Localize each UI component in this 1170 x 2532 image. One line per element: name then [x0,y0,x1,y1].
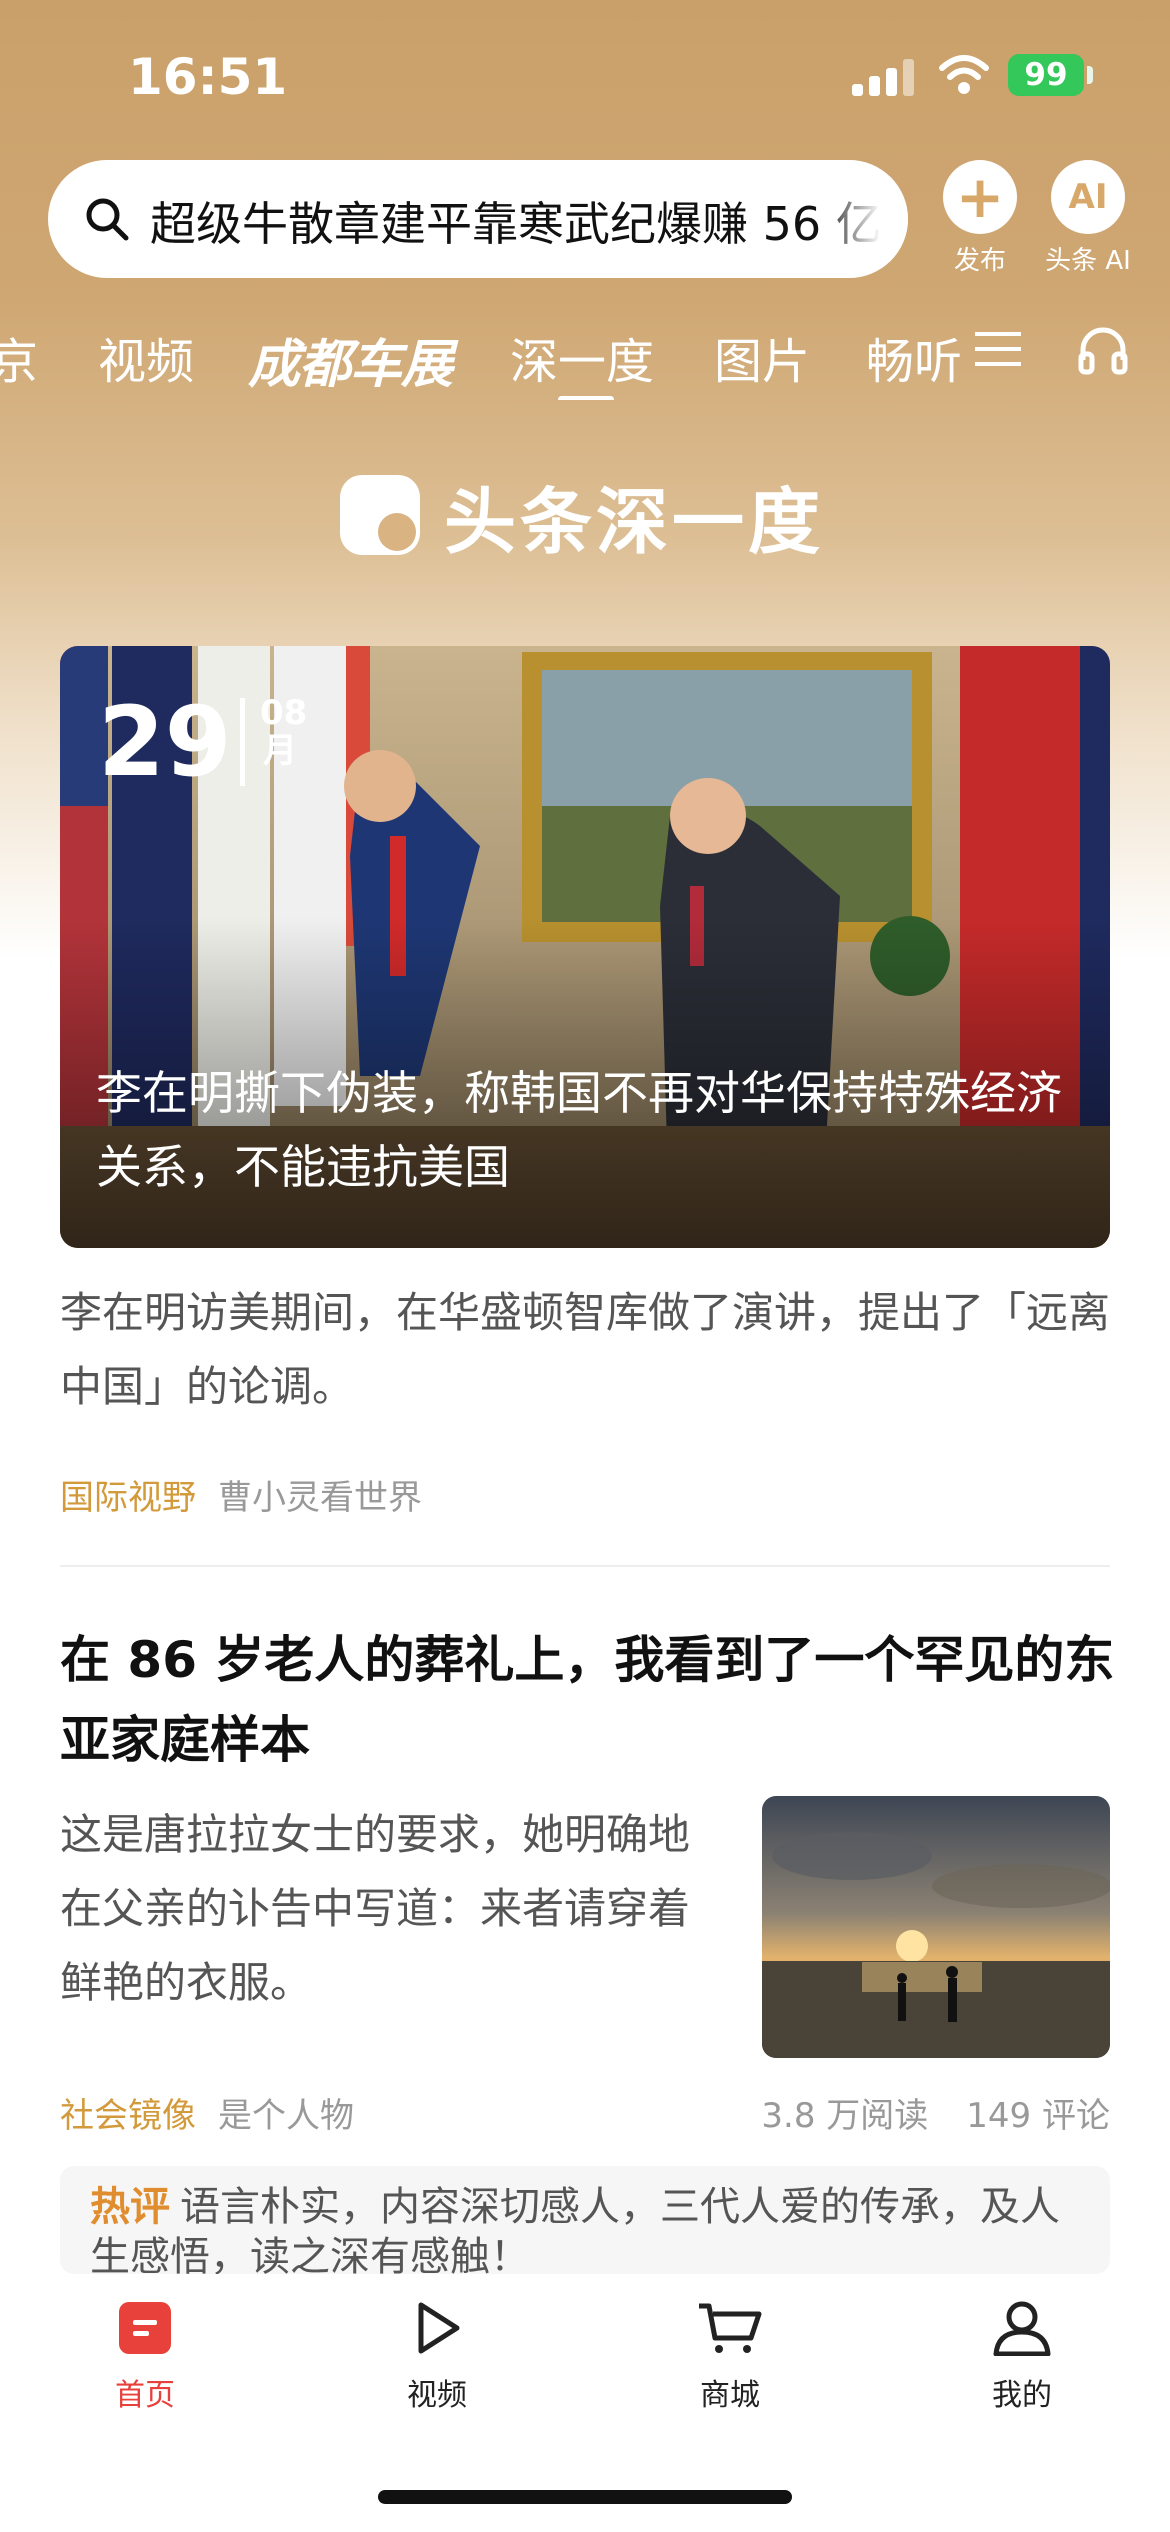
hero-summary[interactable]: 李在明访美期间，在华盛顿智库做了演讲，提出了「远离中国」的论调。 [60,1276,1110,1424]
read-count: 3.8 万阅读 [761,2096,929,2136]
search-icon [86,198,129,241]
tab-me-label: 我的 [992,2378,1052,2413]
channel-tab-beijing[interactable]: 京 [0,322,38,392]
plus-icon: + [943,160,1017,234]
tab-mall[interactable]: 商城 [650,2300,810,2414]
tab-home-label: 首页 [115,2378,175,2413]
article-thumbnail[interactable] [762,1796,1110,2058]
tab-me[interactable]: 我的 [942,2300,1102,2414]
hero-category-tag[interactable]: 国际视野 [60,1478,196,1518]
hero-month-number: 08 [260,693,308,733]
article-meta: 社会镜像 是个人物 [60,2088,354,2137]
signal-icon [852,58,914,96]
hero-card[interactable]: 29 08 月 李在明撕下伪装，称韩国不再对华保持特殊经济关系，不能违抗美国 [60,646,1110,1248]
search-fade [818,160,908,278]
hot-comment[interactable]: 热评 语言朴实，内容深切感人，三代人爱的传承，及人生感悟，读之深有感触！ [60,2166,1110,2274]
user-icon [993,2301,1051,2356]
tab-video-label: 视频 [407,2378,467,2413]
article-summary[interactable]: 这是唐拉拉女士的要求，她明确地在父亲的讣告中写道：来者请穿着鲜艳的衣服。 [60,1798,710,2020]
channel-bar: 京 视频 成都车展 深一度 图片 畅听 [0,310,1170,400]
hot-comment-label: 热评 [90,2184,170,2230]
tab-home[interactable]: 首页 [65,2300,225,2414]
hero-meta: 国际视野 曹小灵看世界 [60,1470,422,1519]
search-query: 超级牛散章建平靠寒武纪爆赚 56 亿 [150,197,882,251]
battery-level: 99 [1008,54,1084,96]
headphone-icon[interactable] [1077,324,1129,376]
wifi-icon [939,55,989,94]
divider [60,1565,1110,1567]
channel-tab-listen[interactable]: 畅听 [866,322,962,392]
article-category-tag[interactable]: 社会镜像 [60,2096,196,2136]
sunset-image [762,1796,1110,2058]
hero-source[interactable]: 曹小灵看世界 [218,1478,422,1518]
toutiao-ai-label: 头条 AI [1045,246,1131,276]
home-icon [119,2302,171,2354]
hero-date-day: 29 [98,686,232,798]
toutiao-ai-button[interactable]: AI 头条 AI [1033,160,1143,277]
hero-date-month: 08 月 [260,693,308,771]
publish-label: 发布 [953,246,1006,276]
status-time: 16:51 [128,48,288,106]
hero-month-unit: 月 [263,731,297,771]
channel-tab-chengdu-auto-show[interactable]: 成都车展 [248,322,453,397]
hot-comment-text: 热评 语言朴实，内容深切感人，三代人爱的传承，及人生感悟，读之深有感触！ [90,2182,1090,2274]
date-separator [240,698,245,786]
hot-comment-content: 语言朴实，内容深切感人，三代人爱的传承，及人生感悟，读之深有感触！ [90,2184,1060,2274]
article-title[interactable]: 在 86 岁老人的葬礼上，我看到了一个罕见的东亚家庭样本 [60,1620,1120,1780]
menu-icon[interactable] [975,330,1021,368]
home-indicator [378,2490,792,2504]
search-input[interactable]: 超级牛散章建平靠寒武纪爆赚 56 亿 [48,160,908,278]
deep-brand-header: 头条深一度 [340,470,824,564]
active-tab-indicator [558,396,614,400]
battery-tip [1087,66,1093,84]
status-bar: 16:51 99 [0,0,1170,150]
channel-tab-video[interactable]: 视频 [98,322,194,392]
channel-tab-deep[interactable]: 深一度 [510,322,654,392]
hero-title: 李在明撕下伪装，称韩国不再对华保持特殊经济关系，不能违抗美国 [96,1066,1062,1194]
article-source[interactable]: 是个人物 [218,2096,354,2136]
brand-title: 头条深一度 [444,479,825,564]
tab-mall-label: 商城 [700,2378,760,2413]
play-icon [418,2302,460,2354]
article-stats: 3.8 万阅读 149 评论 [761,2088,1110,2137]
publish-button[interactable]: + 发布 [925,160,1035,277]
channel-tab-pictures[interactable]: 图片 [714,322,810,392]
tab-video[interactable]: 视频 [357,2300,517,2414]
comment-count[interactable]: 149 评论 [966,2096,1110,2136]
toutiao-logo-icon [340,475,420,555]
ai-icon: AI [1051,160,1125,234]
cart-icon [699,2303,762,2353]
